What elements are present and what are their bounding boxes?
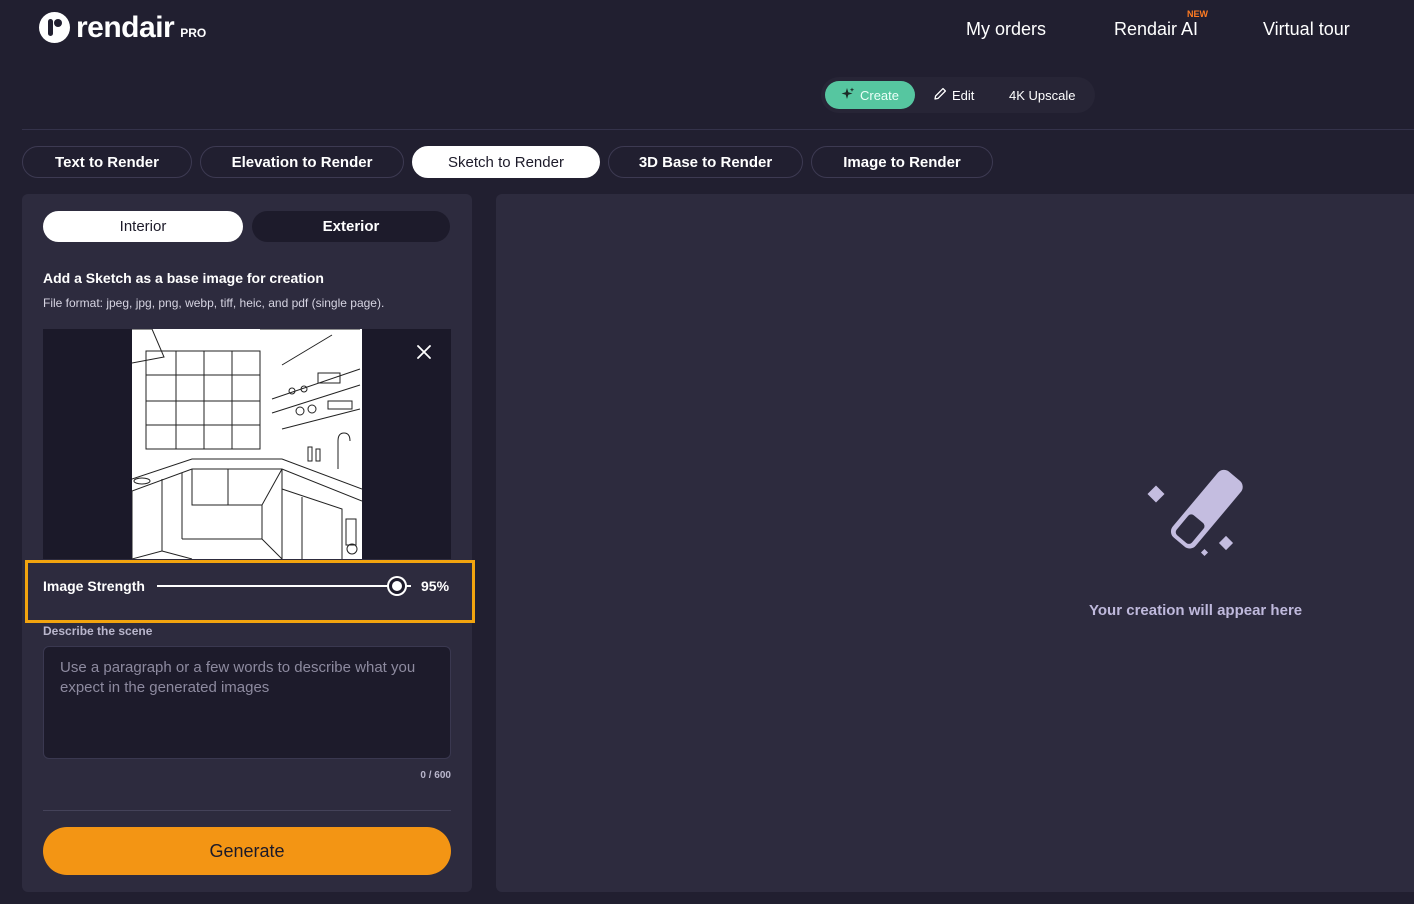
sparkle-icon bbox=[841, 87, 855, 104]
image-strength-label: Image Strength bbox=[43, 578, 145, 594]
output-panel bbox=[496, 194, 1414, 892]
mode-create-label: Create bbox=[859, 87, 900, 103]
tab-image-to-render[interactable]: Image to Render bbox=[811, 146, 993, 178]
panel-divider bbox=[43, 810, 451, 811]
brand-name: rendair bbox=[76, 11, 175, 44]
mode-create-button[interactable]: Create bbox=[825, 81, 915, 109]
brand-logo[interactable]: rendair PRO bbox=[39, 12, 206, 43]
image-strength-slider-track[interactable] bbox=[157, 585, 411, 587]
magic-wand-icon bbox=[1145, 465, 1247, 563]
brand-suffix: PRO bbox=[180, 26, 207, 40]
sketch-preview bbox=[43, 329, 451, 559]
nav-my-orders[interactable]: My orders bbox=[966, 18, 1046, 40]
generate-button[interactable]: Generate bbox=[43, 827, 451, 875]
mode-upscale-label: 4K Upscale bbox=[1009, 87, 1076, 103]
tab-elevation-to-render[interactable]: Elevation to Render bbox=[200, 146, 404, 178]
pencil-icon bbox=[933, 87, 947, 104]
empty-state-text: Your creation will appear here bbox=[1089, 602, 1303, 619]
new-badge: NEW bbox=[1187, 9, 1208, 19]
mode-edit-button[interactable]: Edit bbox=[933, 81, 974, 109]
mode-edit-label: Edit bbox=[952, 87, 975, 103]
describe-scene-label: Describe the scene bbox=[43, 624, 153, 638]
close-icon[interactable] bbox=[417, 343, 431, 363]
tab-3d-base-to-render[interactable]: 3D Base to Render bbox=[608, 146, 803, 178]
image-strength-value: 95% bbox=[421, 578, 450, 594]
tab-sketch-to-render[interactable]: Sketch to Render bbox=[412, 146, 600, 178]
header-divider bbox=[22, 129, 1414, 130]
interior-toggle[interactable]: Interior bbox=[43, 211, 243, 242]
mode-upscale-button[interactable]: 4K Upscale bbox=[1009, 81, 1075, 109]
kitchen-sketch-image bbox=[132, 329, 362, 559]
nav-rendair-ai[interactable]: Rendair AI bbox=[1114, 18, 1198, 40]
nav-virtual-tour[interactable]: Virtual tour bbox=[1263, 18, 1350, 40]
upload-formats: File format: jpeg, jpg, png, webp, tiff,… bbox=[43, 296, 385, 310]
rendair-logo-icon bbox=[39, 12, 70, 43]
exterior-toggle[interactable]: Exterior bbox=[252, 211, 450, 242]
scene-description-input[interactable] bbox=[43, 646, 451, 759]
image-strength-slider-handle[interactable] bbox=[389, 578, 405, 594]
mode-switch: Create Edit 4K Upscale bbox=[821, 77, 1095, 113]
character-counter: 0 / 600 bbox=[420, 770, 451, 781]
tab-text-to-render[interactable]: Text to Render bbox=[22, 146, 192, 178]
upload-title: Add a Sketch as a base image for creatio… bbox=[43, 270, 324, 286]
